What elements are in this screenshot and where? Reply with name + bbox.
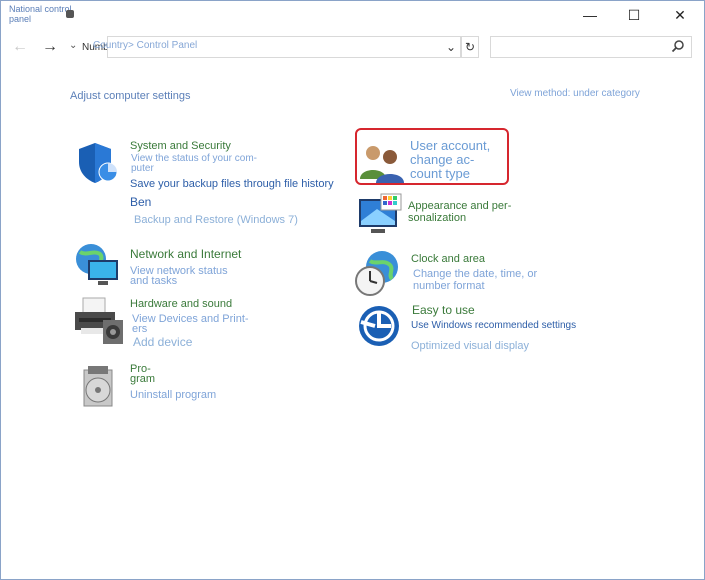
refresh-icon: ↻ bbox=[464, 40, 476, 54]
file-history-link[interactable]: Save your backup files through file hist… bbox=[130, 179, 334, 190]
system-security-title[interactable]: System and Security bbox=[130, 140, 231, 152]
uninstall-program-link[interactable]: Uninstall program bbox=[130, 390, 216, 401]
network-status-line2: and tasks bbox=[130, 275, 178, 287]
hardware-sound-title[interactable]: Hardware and sound bbox=[130, 298, 232, 310]
window-title-line2: panel bbox=[9, 14, 32, 24]
search-icon[interactable] bbox=[671, 39, 685, 53]
clock-region-title[interactable]: Clock and area bbox=[411, 253, 485, 265]
appearance-icon[interactable] bbox=[357, 193, 405, 241]
adjust-settings-heading: Adjust computer settings bbox=[70, 90, 191, 102]
ease-of-access-title[interactable]: Easy to use bbox=[412, 303, 475, 317]
programs-title[interactable]: Pro- gram bbox=[130, 364, 156, 385]
view-by-selector[interactable]: View method: under category bbox=[510, 88, 640, 99]
maximize-button[interactable]: ☐ bbox=[622, 4, 646, 26]
printer-icon[interactable] bbox=[73, 296, 125, 346]
user-accounts-icon[interactable] bbox=[358, 143, 406, 183]
network-internet-title[interactable]: Network and Internet bbox=[130, 247, 241, 261]
refresh-button[interactable]: ↻ bbox=[461, 36, 479, 58]
clock-globe-icon[interactable] bbox=[354, 249, 402, 297]
appearance-title-line2: sonalization bbox=[408, 212, 467, 224]
network-globe-icon[interactable] bbox=[74, 242, 124, 288]
user-accounts-title-line2: change ac- bbox=[410, 152, 475, 167]
minimize-button[interactable]: — bbox=[578, 4, 602, 26]
programs-icon[interactable] bbox=[80, 364, 122, 410]
window-title: National control panel bbox=[9, 4, 89, 24]
view-computer-status-link[interactable]: View the status of your com- puter bbox=[131, 154, 257, 174]
forward-arrow-icon[interactable]: → bbox=[42, 38, 58, 56]
back-arrow-icon[interactable]: ← bbox=[12, 38, 28, 56]
address-path[interactable]: Country> Control Panel bbox=[93, 40, 197, 51]
address-dropdown-icon[interactable]: ⌄ bbox=[446, 40, 456, 54]
devices-printers-line1: View Devices and Print- bbox=[132, 313, 249, 325]
change-date-line1: Change the date, time, or bbox=[413, 268, 538, 280]
recommended-settings-link[interactable]: Use Windows recommended settings bbox=[411, 321, 576, 331]
programs-title-line2: gram bbox=[130, 373, 156, 385]
close-button[interactable]: ✕ bbox=[668, 4, 692, 26]
optimize-display-link[interactable]: Optimized visual display bbox=[411, 341, 529, 352]
user-accounts-title-line3: count type bbox=[410, 166, 470, 181]
search-input[interactable] bbox=[490, 36, 692, 58]
network-status-link[interactable]: View network status and tasks bbox=[130, 266, 228, 287]
add-device-link[interactable]: Add device bbox=[133, 336, 192, 348]
ben-link[interactable]: Ben bbox=[130, 196, 151, 208]
window-title-line1: National control bbox=[9, 4, 72, 14]
backup-restore-link[interactable]: Backup and Restore (Windows 7) bbox=[134, 215, 298, 226]
shield-icon[interactable] bbox=[75, 140, 121, 186]
recent-chevron-down-icon[interactable]: ⌄ bbox=[69, 40, 77, 51]
appearance-title[interactable]: Appearance and per- sonalization bbox=[408, 200, 511, 224]
app-icon bbox=[66, 10, 74, 18]
view-computer-status-line2: puter bbox=[131, 163, 154, 174]
user-accounts-title[interactable]: User account, change ac- count type bbox=[410, 139, 510, 181]
window-frame bbox=[0, 0, 705, 580]
devices-printers-link[interactable]: View Devices and Print- ers bbox=[132, 313, 249, 335]
devices-printers-line2: ers bbox=[132, 323, 148, 335]
change-date-link[interactable]: Change the date, time, or number format bbox=[413, 268, 537, 292]
appearance-title-line1: Appearance and per- bbox=[408, 200, 512, 212]
ease-of-access-icon[interactable] bbox=[357, 304, 401, 348]
change-date-line2: number format bbox=[413, 280, 485, 292]
user-accounts-title-line1: User account, bbox=[410, 138, 491, 153]
